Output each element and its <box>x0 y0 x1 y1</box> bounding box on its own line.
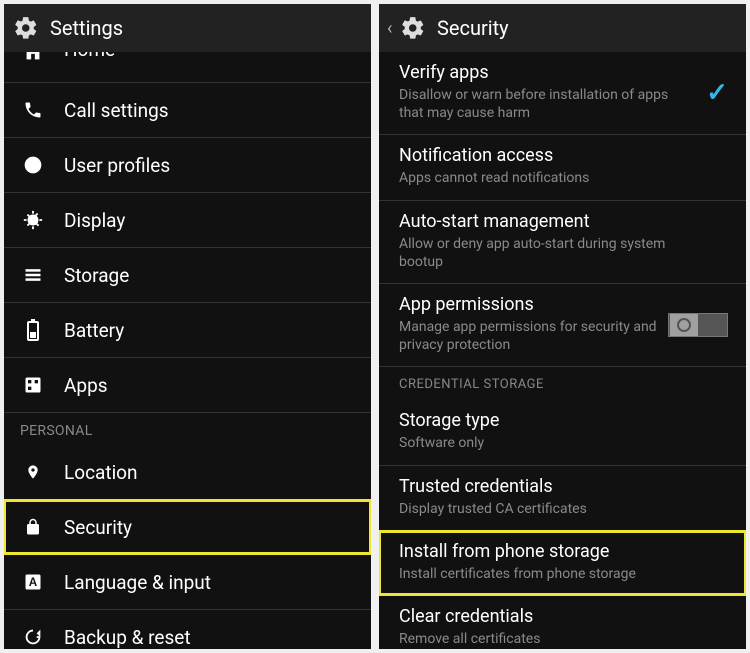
list-label: Apps <box>64 374 108 397</box>
list-item-storage[interactable]: Storage <box>4 248 371 302</box>
svg-text:A: A <box>29 576 38 589</box>
item-title: Install from phone storage <box>399 541 730 562</box>
phone-icon <box>20 97 46 123</box>
list-label: Battery <box>64 319 124 342</box>
security-header: ‹ Security <box>379 4 746 52</box>
checkbox-checked-icon[interactable]: ✓ <box>706 78 728 108</box>
item-title: Trusted credentials <box>399 476 730 497</box>
item-title: Clear credentials <box>399 606 730 627</box>
list-item-battery[interactable]: Battery <box>4 303 371 357</box>
list-label: Storage <box>64 264 129 287</box>
section-personal: PERSONAL <box>4 413 371 445</box>
security-list[interactable]: Verify apps Disallow or warn before inst… <box>379 52 746 649</box>
battery-icon <box>20 317 46 343</box>
list-item-user-profiles[interactable]: User profiles <box>4 138 371 192</box>
list-item-backup-reset[interactable]: Backup & reset <box>4 610 371 649</box>
list-label: Language & input <box>64 571 211 594</box>
apps-icon <box>20 372 46 398</box>
item-title: App permissions <box>399 294 730 315</box>
location-icon <box>20 459 46 485</box>
item-sub: Disallow or warn before installation of … <box>399 86 730 122</box>
list-item-location[interactable]: Location <box>4 445 371 499</box>
item-sub: Install certificates from phone storage <box>399 565 730 583</box>
home-icon <box>20 52 46 64</box>
item-sub: Apps cannot read notifications <box>399 169 730 187</box>
list-label: Location <box>64 461 138 484</box>
gear-icon[interactable] <box>399 14 427 42</box>
item-app-permissions[interactable]: App permissions Manage app permissions f… <box>379 284 746 366</box>
settings-title: Settings <box>50 16 123 40</box>
storage-icon <box>20 262 46 288</box>
item-sub: Software only <box>399 434 730 452</box>
list-label: Home <box>64 52 115 61</box>
item-verify-apps[interactable]: Verify apps Disallow or warn before inst… <box>379 52 746 134</box>
list-item-language-input[interactable]: A Language & input <box>4 555 371 609</box>
gear-icon <box>12 14 40 42</box>
section-credential-storage: CREDENTIAL STORAGE <box>379 367 746 400</box>
settings-list[interactable]: Home Call settings User profiles Display… <box>4 52 371 649</box>
settings-pane: Settings Home Call settings User profile… <box>0 0 375 653</box>
settings-header: Settings <box>4 4 371 52</box>
security-pane: ‹ Security Verify apps Disallow or warn … <box>375 0 750 653</box>
display-icon <box>20 207 46 233</box>
list-item-home[interactable]: Home <box>4 52 371 82</box>
list-label: User profiles <box>64 154 170 177</box>
list-item-apps[interactable]: Apps <box>4 358 371 412</box>
user-profiles-icon <box>20 152 46 178</box>
item-clear-credentials[interactable]: Clear credentials Remove all certificate… <box>379 596 746 649</box>
item-notification-access[interactable]: Notification access Apps cannot read not… <box>379 135 746 199</box>
list-label: Call settings <box>64 99 169 122</box>
item-sub: Remove all certificates <box>399 630 730 648</box>
item-storage-type[interactable]: Storage type Software only <box>379 400 746 464</box>
list-item-display[interactable]: Display <box>4 193 371 247</box>
backup-icon <box>20 624 46 649</box>
item-trusted-credentials[interactable]: Trusted credentials Display trusted CA c… <box>379 466 746 530</box>
list-label: Backup & reset <box>64 626 191 649</box>
lock-icon <box>20 514 46 540</box>
item-title: Storage type <box>399 410 730 431</box>
list-label: Security <box>64 516 132 539</box>
security-title: Security <box>437 16 509 40</box>
toggle-off[interactable] <box>668 313 728 337</box>
item-autostart[interactable]: Auto-start management Allow or deny app … <box>379 201 746 283</box>
item-sub: Allow or deny app auto-start during syst… <box>399 235 730 271</box>
item-sub: Display trusted CA certificates <box>399 500 730 518</box>
list-item-security[interactable]: Security <box>4 500 371 554</box>
language-icon: A <box>20 569 46 595</box>
item-title: Verify apps <box>399 62 730 83</box>
item-title: Notification access <box>399 145 730 166</box>
item-install-from-storage[interactable]: Install from phone storage Install certi… <box>379 531 746 595</box>
back-icon[interactable]: ‹ <box>387 18 399 39</box>
item-title: Auto-start management <box>399 211 730 232</box>
list-item-call-settings[interactable]: Call settings <box>4 83 371 137</box>
list-label: Display <box>64 209 125 232</box>
